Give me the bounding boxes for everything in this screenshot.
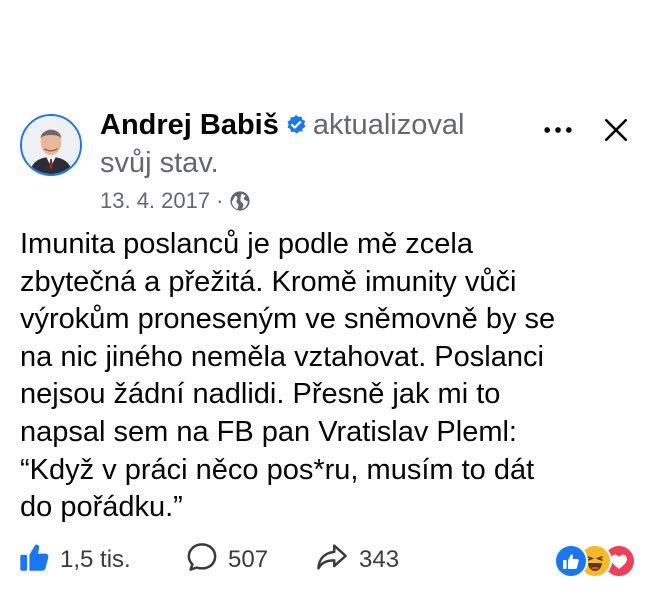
- post-header: Andrej Babiš aktualizoval svůj stav. 13.…: [100, 106, 520, 216]
- post-meta: 13. 4. 2017 ·: [100, 186, 520, 216]
- header-line: Andrej Babiš aktualizoval: [100, 106, 520, 144]
- post-text-line: zbytečná a přežitá. Kromě imunity vůči: [20, 265, 517, 298]
- share-arrow-icon: [315, 541, 349, 580]
- like-count: 1,5 tis.: [60, 546, 131, 573]
- like-reaction-icon: [554, 544, 588, 578]
- share-button[interactable]: 343: [315, 538, 399, 582]
- close-button[interactable]: [596, 112, 636, 148]
- share-count: 343: [359, 546, 400, 573]
- post-footer: 1,5 tis. 507 343: [0, 538, 648, 582]
- post-text-line: napsal sem na FB pan Vratislav Pleml:: [20, 415, 517, 448]
- facebook-post: Andrej Babiš aktualizoval svůj stav. 13.…: [0, 0, 648, 601]
- globe-icon: [229, 190, 251, 212]
- more-options-button[interactable]: [536, 112, 580, 148]
- post-text-line: výrokům proneseným ve sněmovně by se: [20, 303, 556, 336]
- comment-bubble-icon: [186, 541, 218, 580]
- author-name[interactable]: Andrej Babiš: [100, 109, 279, 141]
- post-date[interactable]: 13. 4. 2017: [100, 186, 210, 216]
- reactions-summary[interactable]: [554, 544, 636, 578]
- more-dots-icon: [544, 127, 572, 133]
- post-text-line: na nic jiného neměla vztahovat. Poslanci: [20, 340, 544, 373]
- post-action-continued: svůj stav.: [100, 147, 219, 179]
- post-text-line: “Když v práci něco pos*ru, musím to dát: [20, 453, 535, 486]
- comment-count: 507: [228, 546, 269, 573]
- author-avatar[interactable]: [20, 114, 82, 176]
- post-text-line: nejsou žádní nadlidi. Přesně jak mi to: [20, 378, 501, 411]
- post-text-line: do pořádku.”: [20, 491, 183, 524]
- close-icon: [604, 118, 628, 142]
- verified-badge-icon: [285, 108, 307, 134]
- post-action-text: aktualizoval: [312, 109, 465, 141]
- post-text: Imunita poslanců je podle mě zcela zbyte…: [20, 226, 632, 527]
- meta-separator: ·: [216, 188, 224, 213]
- post-text-line: Imunita poslanců je podle mě zcela: [20, 228, 473, 260]
- comment-button[interactable]: 507: [186, 538, 268, 582]
- like-button[interactable]: 1,5 tis.: [18, 538, 131, 582]
- thumbs-up-icon: [18, 541, 50, 580]
